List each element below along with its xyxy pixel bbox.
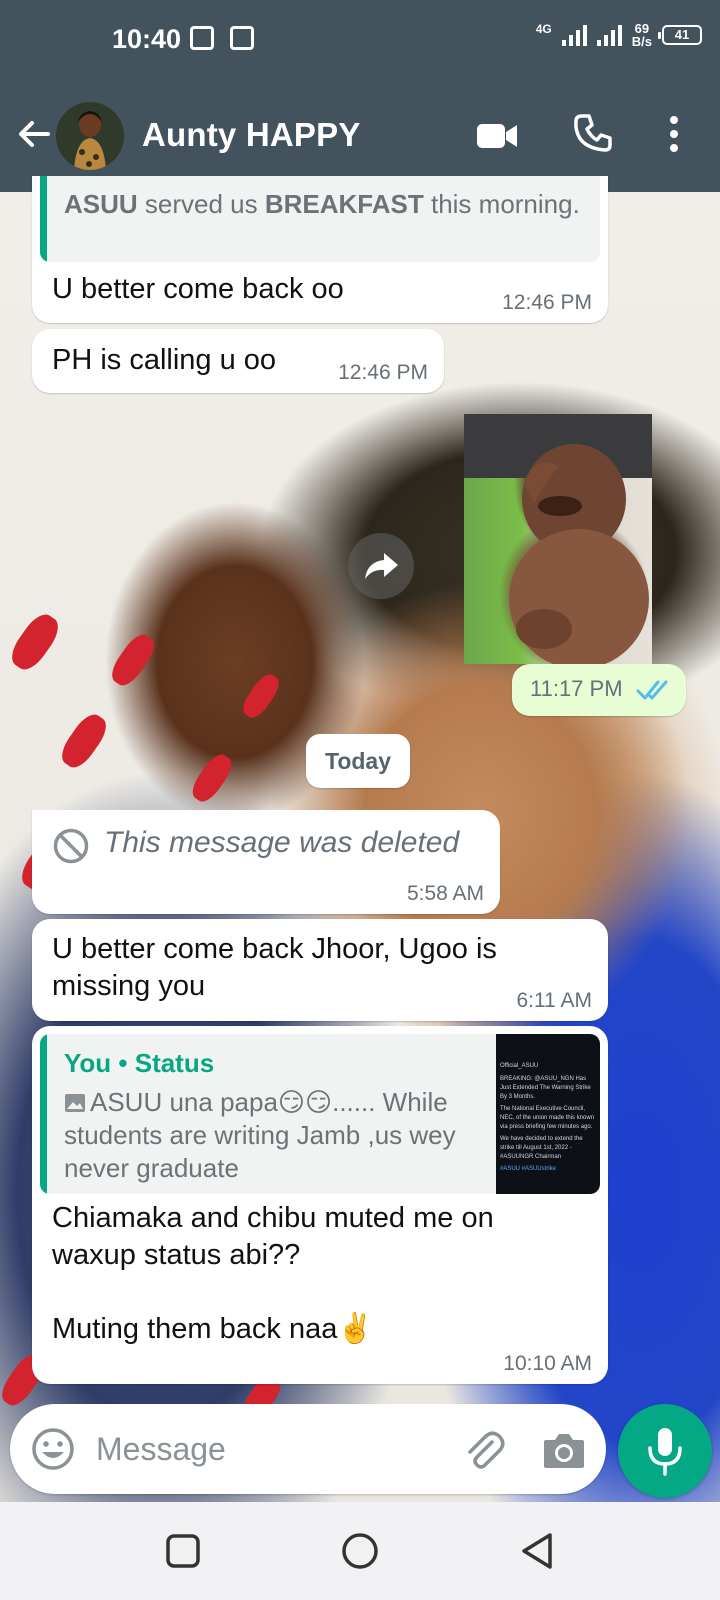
- message-time: 5:58 AM: [406, 882, 484, 905]
- quoted-text-body: ASUU una papa😏😏...... While students are…: [64, 1087, 456, 1183]
- wallpaper-pattern: [238, 670, 284, 722]
- battery-icon: 41: [658, 25, 702, 45]
- quoted-text-part: this morning.: [423, 189, 580, 219]
- message-time: 11:17 PM: [530, 676, 623, 701]
- image-icon: [65, 1094, 85, 1112]
- message-time: 12:46 PM: [338, 361, 428, 384]
- quote-accent-bar: [40, 1034, 47, 1194]
- message-time: 12:46 PM: [502, 291, 592, 314]
- phone-icon[interactable]: [572, 112, 614, 154]
- system-navigation-bar: [0, 1502, 720, 1600]
- app-notification-icon: [230, 26, 254, 50]
- status-thumbnail: Official_ASUU BREAKING: @ASUU_NGN Has Ju…: [496, 1034, 600, 1194]
- thumbnail-line: Official_ASUU: [500, 1063, 539, 1069]
- message-input[interactable]: [96, 1424, 426, 1474]
- quote-accent-bar: [40, 176, 47, 262]
- incoming-message[interactable]: ASUU served us BREAKFAST this morning. U…: [32, 176, 608, 323]
- deleted-message[interactable]: This message was deleted 5:58 AM: [32, 810, 500, 914]
- incoming-message[interactable]: PH is calling u oo 12:46 PM: [32, 329, 444, 393]
- thumbnail-line: The National Executive Council, NEC, of …: [500, 1106, 595, 1130]
- emoji-icon[interactable]: [30, 1426, 76, 1472]
- network-speed: 69 B/s: [632, 22, 652, 48]
- signal-icon-sim2: [596, 24, 622, 46]
- quoted-message[interactable]: ASUU served us BREAKFAST this morning.: [40, 176, 600, 262]
- status-indicators: 4G 69 B/s 41: [536, 22, 702, 48]
- wallpaper-pattern: [106, 629, 160, 691]
- avatar[interactable]: [56, 102, 124, 170]
- quoted-text: ASUU una papa😏😏...... While students are…: [64, 1086, 484, 1185]
- quoted-author: You • Status: [64, 1048, 215, 1078]
- network-type: 4G: [535, 22, 552, 36]
- video-camera-icon[interactable]: [476, 116, 518, 156]
- message-text: U better come back oo: [52, 273, 344, 305]
- recent-apps-icon[interactable]: [162, 1530, 204, 1572]
- microphone-icon: [648, 1428, 682, 1476]
- message-text: PH is calling u oo: [52, 344, 277, 376]
- network-speed-unit: B/s: [631, 34, 652, 49]
- quoted-text-part: served us: [137, 189, 265, 219]
- voice-message-button[interactable]: [618, 1404, 712, 1498]
- child-photo: [509, 444, 649, 664]
- facebook-notification-icon: [190, 26, 214, 50]
- status-bar: 10:40 4G 69 B/s 41: [0, 0, 720, 80]
- back-icon[interactable]: [516, 1530, 558, 1572]
- deleted-message-text: This message was deleted: [104, 826, 460, 859]
- outgoing-message-meta[interactable]: 11:17 PM: [512, 664, 686, 716]
- quoted-status[interactable]: You • Status ASUU una papa😏😏...... While…: [40, 1034, 600, 1194]
- forward-button[interactable]: [348, 533, 414, 599]
- quoted-text: ASUU served us BREAKFAST this morning.: [64, 188, 584, 221]
- paperclip-icon[interactable]: [462, 1428, 506, 1472]
- date-separator: Today: [306, 734, 410, 788]
- quoted-text-bold: ASUU: [64, 189, 138, 219]
- incoming-message[interactable]: U better come back Jhoor, Ugoo is missin…: [32, 919, 608, 1021]
- media-image[interactable]: [464, 414, 652, 664]
- wallpaper-pattern: [5, 608, 65, 676]
- message-time: 10:10 AM: [503, 1352, 592, 1375]
- thumbnail-line: BREAKING: @ASUU_NGN Has Just Extended Th…: [500, 1076, 591, 1100]
- more-vertical-icon[interactable]: [662, 112, 686, 156]
- message-text: Chiamaka and chibu muted me on waxup sta…: [52, 1202, 494, 1345]
- wallpaper-pattern: [55, 709, 113, 773]
- contact-name[interactable]: Aunty HAPPY: [142, 116, 361, 154]
- quoted-text-bold: BREAKFAST: [264, 189, 424, 219]
- double-check-icon: [636, 680, 668, 700]
- message-text: U better come back Jhoor, Ugoo is missin…: [52, 933, 505, 1002]
- prohibited-icon: [53, 828, 89, 864]
- camera-icon[interactable]: [542, 1430, 586, 1470]
- signal-icon: [561, 24, 587, 46]
- message-composer: [10, 1404, 606, 1494]
- home-icon[interactable]: [339, 1530, 381, 1572]
- thumbnail-line: We have decided to extend the strike til…: [500, 1136, 583, 1160]
- wallpaper-pattern: [187, 749, 237, 807]
- status-time: 10:40: [112, 24, 182, 54]
- message-time: 6:11 AM: [516, 989, 593, 1012]
- incoming-message[interactable]: You • Status ASUU una papa😏😏...... While…: [32, 1026, 608, 1384]
- thumbnail-line: #ASUU #ASUUstrike: [500, 1166, 557, 1172]
- forward-icon: [365, 553, 398, 579]
- arrow-left-icon[interactable]: [14, 114, 54, 154]
